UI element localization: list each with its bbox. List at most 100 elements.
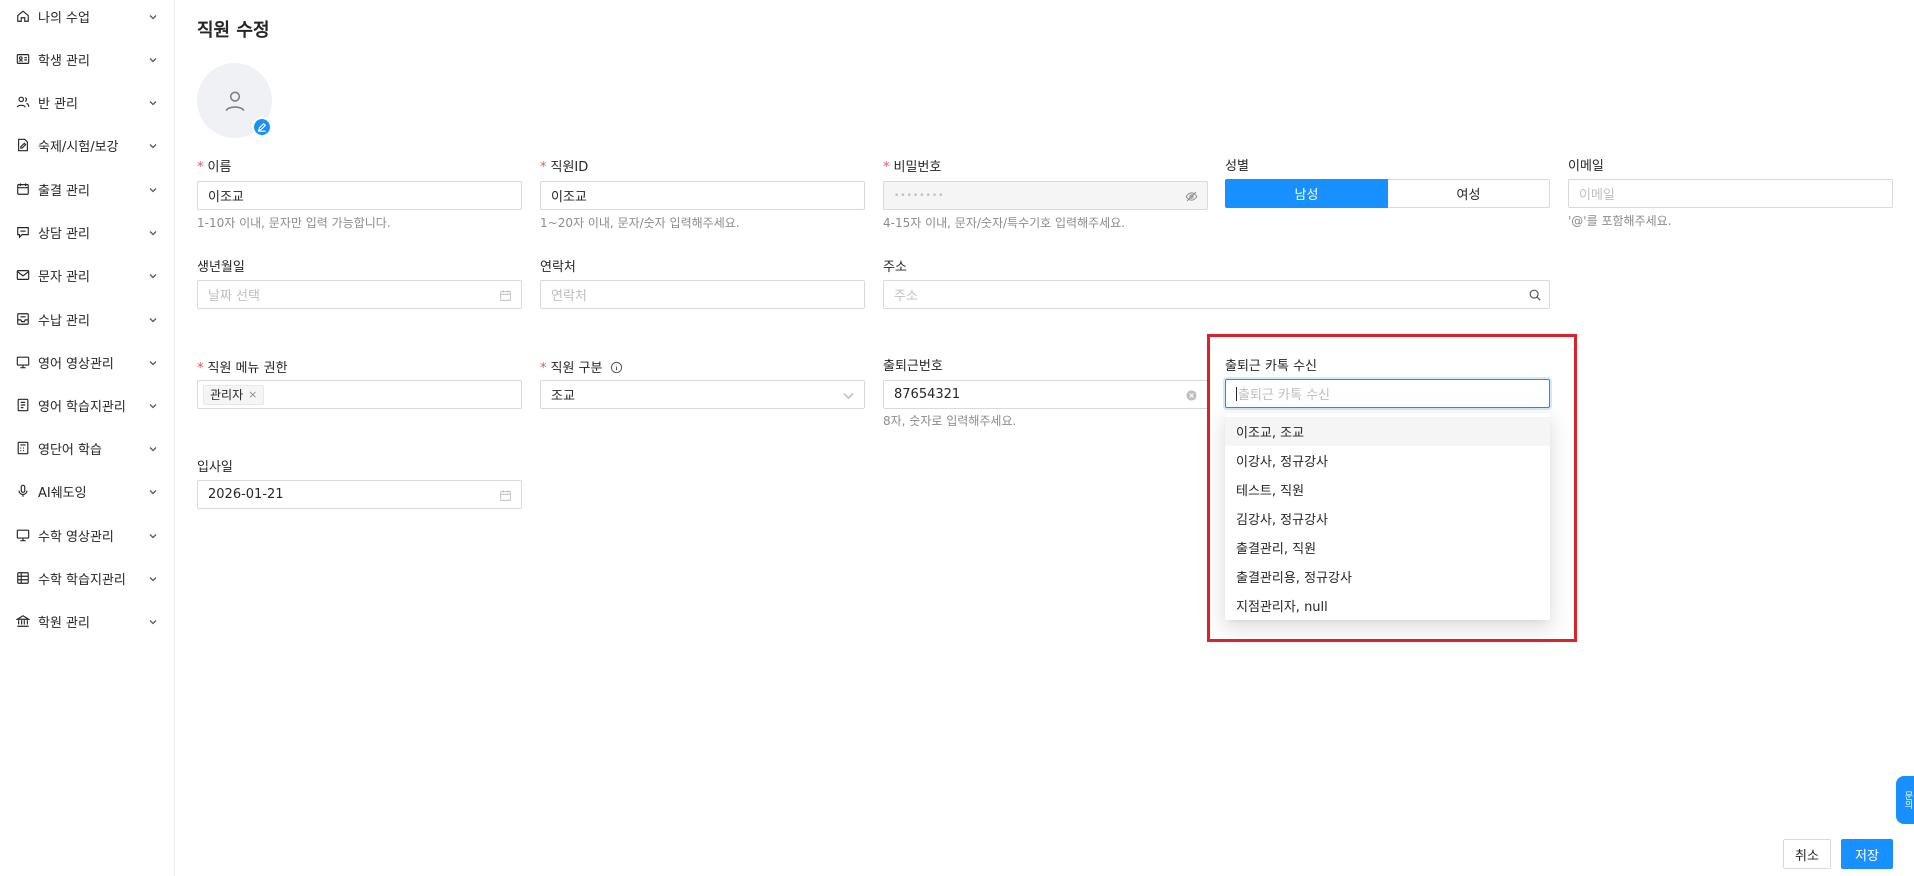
kakao-receive-select[interactable]: 출퇴근 카톡 수신: [1225, 379, 1550, 408]
chevron-down-icon: [148, 486, 158, 496]
sidebar-item-math-video[interactable]: 수학 영상관리: [0, 521, 175, 549]
sidebar-item-counsel[interactable]: 상담 관리: [0, 218, 175, 246]
staff-type-label: * 직원 구분: [540, 357, 623, 376]
email-input[interactable]: 이메일: [1568, 179, 1893, 208]
dropdown-option[interactable]: 김강사, 정규강사: [1225, 504, 1550, 533]
dropdown-option[interactable]: 이조교, 조교: [1225, 417, 1550, 446]
dropdown-option[interactable]: 테스트, 직원: [1225, 475, 1550, 504]
chat-icon: [16, 225, 30, 239]
chevron-down-icon: [148, 314, 158, 324]
sidebar-item-label: 영어 영상관리: [38, 356, 114, 372]
dropdown-option[interactable]: 지점관리자, null: [1225, 591, 1550, 620]
sidebar-item-label: 숙제/시험/보강: [38, 139, 119, 155]
chevron-down-icon: [148, 357, 158, 367]
info-icon[interactable]: [610, 361, 623, 374]
chevron-down-icon: [148, 97, 158, 107]
chevron-down-icon: [148, 443, 158, 453]
sidebar-item-english-video[interactable]: 영어 영상관리: [0, 348, 175, 376]
cancel-button[interactable]: 취소: [1783, 839, 1831, 869]
sidebar-item-vocabulary[interactable]: 영단어 학습: [0, 434, 175, 462]
chevron-down-icon: [148, 184, 158, 194]
sidebar-item-messages[interactable]: 문자 관리: [0, 261, 175, 289]
password-input[interactable]: ••••••••: [883, 181, 1208, 210]
staff-id-help: 1~20자 이내, 문자/숫자 입력해주세요.: [540, 216, 740, 230]
mail-icon: [16, 268, 30, 282]
inbox-icon: [16, 312, 30, 326]
name-help: 1-10자 이내, 문자만 입력 가능합니다.: [197, 216, 391, 230]
address-input[interactable]: 주소: [883, 280, 1522, 309]
contact-input[interactable]: 연락처: [540, 280, 865, 309]
page-title: 직원 수정: [197, 20, 270, 41]
hire-date-label: 입사일: [197, 460, 233, 475]
chevron-down-icon: [148, 530, 158, 540]
birth-label: 생년월일: [197, 260, 245, 275]
sidebar-item-students[interactable]: 학생 관리: [0, 45, 175, 73]
hire-date-picker[interactable]: 2026-01-21: [197, 480, 522, 509]
sidebar-item-my-class[interactable]: 나의 수업: [0, 2, 175, 30]
birth-date-picker[interactable]: 날짜 선택: [197, 280, 522, 309]
gender-option-female[interactable]: 여성: [1388, 179, 1550, 208]
email-label: 이메일: [1568, 159, 1604, 174]
save-button[interactable]: 저장: [1841, 839, 1893, 869]
kakao-receive-label: 출퇴근 카톡 수신: [1225, 359, 1317, 374]
email-help: '@'를 포함해주세요.: [1568, 214, 1672, 228]
chevron-down-icon: [148, 227, 158, 237]
monitor-icon: [16, 528, 30, 542]
sidebar-item-label: 학원 관리: [38, 615, 90, 631]
staff-type-select[interactable]: 조교: [540, 380, 865, 409]
eye-off-icon[interactable]: [1184, 189, 1198, 203]
side-inquiry-tab[interactable]: 문의: [1896, 776, 1914, 824]
contact-label: 연락처: [540, 260, 576, 275]
sidebar-item-homework[interactable]: 숙제/시험/보강: [0, 131, 175, 159]
clear-icon[interactable]: [1184, 388, 1198, 402]
menu-permission-label: * 직원 메뉴 권한: [197, 361, 288, 376]
sidebar-item-attendance[interactable]: 출결 관리: [0, 175, 175, 203]
home-icon: [16, 9, 30, 23]
chevron-down-icon: [148, 616, 158, 626]
gender-option-male[interactable]: 남성: [1225, 179, 1388, 208]
staff-id-label: * 직원ID: [540, 160, 589, 175]
book-icon: [16, 398, 30, 412]
sidebar-item-ai-shadowing[interactable]: AI쉐도잉: [0, 477, 175, 505]
dropdown-option[interactable]: 출결관리용, 정규강사: [1225, 562, 1550, 591]
dropdown-option[interactable]: 이강사, 정규강사: [1225, 446, 1550, 475]
staff-id-input[interactable]: 이조교: [540, 181, 865, 210]
kakao-receive-dropdown: 이조교, 조교 이강사, 정규강사 테스트, 직원 김강사, 정규강사 출결관리…: [1225, 413, 1550, 620]
chevron-down-icon: [148, 270, 158, 280]
permission-tag: 관리자 ×: [203, 384, 265, 405]
sidebar-item-english-worksheet[interactable]: 영어 학습지관리: [0, 391, 175, 419]
sidebar-item-label: 출결 관리: [38, 183, 90, 199]
sidebar-item-label: 수납 관리: [38, 313, 90, 329]
chevron-down-icon: [148, 54, 158, 64]
sidebar: 나의 수업 학생 관리 반 관리 숙제/시험/보강 출결 관리 상담 관리 문자…: [0, 0, 175, 876]
sidebar-item-math-worksheet[interactable]: 수학 학습지관리: [0, 564, 175, 592]
bank-icon: [16, 614, 30, 628]
sidebar-item-label: 영어 학습지관리: [38, 399, 126, 415]
microphone-icon: [16, 484, 30, 498]
chevron-down-icon: [148, 140, 158, 150]
id-card-icon: [16, 52, 30, 66]
name-input[interactable]: 이조교: [197, 181, 522, 210]
pencil-icon: [257, 122, 267, 132]
sidebar-item-label: 수학 영상관리: [38, 529, 114, 545]
avatar-edit-button[interactable]: [252, 117, 272, 137]
attendance-number-help: 8자, 숫자로 입력해주세요.: [883, 414, 1017, 428]
calendar-icon: [16, 182, 30, 196]
search-icon: [1529, 289, 1541, 301]
file-edit-icon: [16, 138, 30, 152]
menu-permission-select[interactable]: 관리자 ×: [197, 380, 522, 409]
sidebar-item-academy[interactable]: 학원 관리: [0, 607, 175, 635]
attendance-number-label: 출퇴근번호: [883, 359, 943, 374]
sidebar-item-label: 반 관리: [38, 96, 79, 112]
dropdown-option[interactable]: 출결관리, 직원: [1225, 533, 1550, 562]
close-icon[interactable]: ×: [248, 388, 257, 401]
chevron-down-icon: [841, 388, 855, 402]
attendance-number-input[interactable]: 87654321: [883, 380, 1208, 409]
address-search-button[interactable]: [1521, 280, 1550, 309]
password-help: 4-15자 이내, 문자/숫자/특수기호 입력해주세요.: [883, 216, 1126, 230]
sidebar-item-payments[interactable]: 수납 관리: [0, 305, 175, 333]
sidebar-item-label: 나의 수업: [38, 10, 90, 26]
sidebar-item-classes[interactable]: 반 관리: [0, 88, 175, 116]
chevron-down-icon: [148, 573, 158, 583]
user-icon: [225, 91, 244, 111]
